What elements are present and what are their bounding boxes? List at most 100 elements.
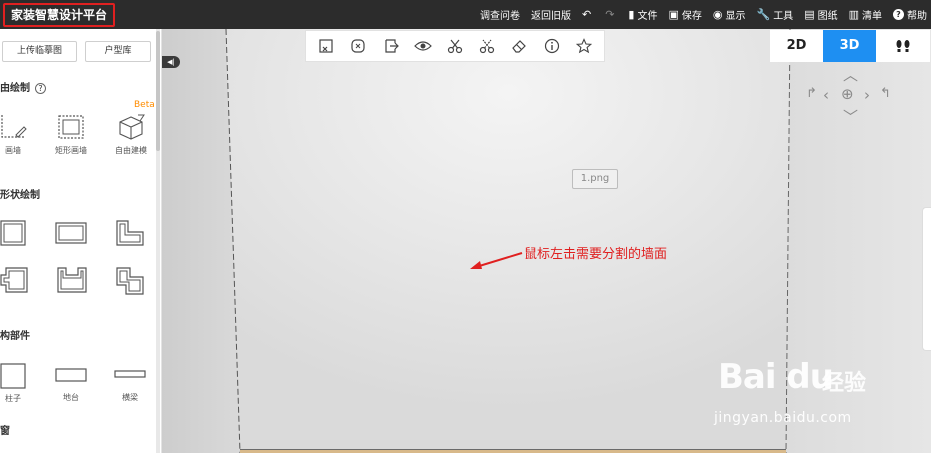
cube-icon: [119, 114, 145, 140]
redo-icon: ↷: [605, 8, 615, 21]
nav-right-icon[interactable]: ›: [864, 86, 870, 104]
file-icon: ▮: [628, 8, 635, 21]
watermark-brand: Bai du: [718, 357, 834, 397]
rotate-right-icon[interactable]: ↰: [880, 86, 891, 101]
menu-list[interactable]: ▥ 清单: [849, 7, 882, 22]
menu-save-label: 保存: [681, 11, 702, 22]
section-draw-label: 由绘制: [0, 83, 30, 94]
shape-square-room[interactable]: [0, 220, 26, 246]
eye-icon: ◉: [712, 8, 723, 21]
menu-tools[interactable]: 🔧 工具: [756, 7, 793, 22]
image-label[interactable]: 1.png: [572, 169, 618, 189]
annotation-arrow-icon: [470, 252, 523, 269]
section-window-title: 窗: [0, 426, 10, 437]
free-model-tool[interactable]: 自由建模: [108, 113, 154, 156]
left-panel: 上传临摹图 户型库 由绘制? Beta 画墙 矩形画墙 自由建模 形状绘制 构部…: [0, 29, 162, 453]
watermark-sub: 经验: [822, 371, 867, 396]
help-icon: ?: [893, 9, 904, 20]
right-drawer-handle[interactable]: [922, 207, 931, 351]
pillar-label: 柱子: [5, 394, 21, 403]
beam-tool[interactable]: 横梁: [107, 369, 153, 403]
watermark-url: jingyan.baidu.com: [714, 410, 852, 426]
upload-sketch-button[interactable]: 上传临摹图: [2, 41, 77, 62]
eraser-icon[interactable]: [508, 35, 530, 57]
beta-badge: Beta: [134, 100, 155, 110]
beam-label: 横梁: [122, 393, 138, 402]
nav-down-icon[interactable]: ﹀: [843, 106, 858, 127]
walk-mode-button[interactable]: [876, 30, 929, 62]
draw-wall-label: 画墙: [5, 146, 21, 155]
section-draw-title: 由绘制?: [0, 79, 46, 94]
platform-label: 地台: [63, 393, 79, 402]
menu-survey-label: 调查问卷: [479, 11, 520, 22]
menu-drawings[interactable]: ▤ 图纸: [804, 7, 837, 22]
shape-u-room[interactable]: [57, 267, 87, 293]
section-shapes-title: 形状绘制: [0, 190, 40, 201]
menu-save[interactable]: ▣ 保存: [668, 7, 701, 22]
platform-tool[interactable]: 地台: [48, 367, 94, 403]
pillar-tool[interactable]: 柱子: [0, 363, 36, 404]
camera-nav: ︿ ↱ ‹ ⊕ › ↰ ﹀: [806, 66, 896, 126]
view-2d-button[interactable]: 2D: [770, 30, 823, 62]
star-icon[interactable]: [573, 35, 595, 57]
menu-survey[interactable]: 调查问卷: [480, 7, 520, 22]
split-icon[interactable]: [476, 35, 498, 57]
left-panel-scrollbar[interactable]: [156, 29, 160, 453]
annotation-text: 鼠标左击需要分割的墙面: [524, 247, 668, 262]
top-menu: 调查问卷 返回旧版 ↶ ↷ ▮ 文件 ▣ 保存 ◉ 显示 🔧 工具 ▤ 图纸 ▥ 清单 ? 帮…: [469, 0, 927, 29]
scissors-icon[interactable]: [444, 35, 466, 57]
menu-file-label: 文件: [637, 11, 658, 22]
draw-wall-tool[interactable]: 画墙: [0, 113, 36, 156]
redo-button[interactable]: ↷: [605, 8, 617, 21]
eye-icon[interactable]: [412, 35, 434, 57]
help-circle-icon[interactable]: ?: [35, 82, 46, 94]
menu-help[interactable]: ? 帮助: [893, 7, 927, 22]
collapse-panel-button[interactable]: ◀|: [162, 56, 180, 68]
beam-icon: [114, 370, 146, 378]
menu-display-label: 显示: [725, 11, 746, 22]
menu-file[interactable]: ▮ 文件: [628, 7, 657, 22]
section-parts-title: 构部件: [0, 331, 30, 342]
map-icon: ▤: [804, 8, 815, 21]
menu-back-old-label: 返回旧版: [530, 11, 571, 22]
baidu-watermark: Bai du 经验 jingyan.baidu.com: [714, 357, 918, 432]
rect-wall-label: 矩形画墙: [55, 146, 87, 155]
top-bar: 家装智慧设计平台 调查问卷 返回旧版 ↶ ↷ ▮ 文件 ▣ 保存 ◉ 显示 🔧 工具 ▤…: [0, 0, 931, 29]
footprints-icon: [896, 39, 909, 52]
menu-drawings-label: 图纸: [817, 11, 838, 22]
shape-step-room[interactable]: [116, 267, 144, 295]
nav-center-icon[interactable]: ⊕: [841, 85, 854, 103]
nav-up-icon[interactable]: ︿: [843, 64, 858, 85]
platform-icon: [55, 368, 87, 382]
replace-icon[interactable]: [347, 35, 369, 57]
view-3d-button[interactable]: 3D: [823, 30, 876, 62]
rotate-left-icon[interactable]: ↱: [806, 86, 817, 101]
view-switcher: 2D 3D: [770, 30, 930, 62]
export-wall-icon[interactable]: [380, 35, 402, 57]
menu-list-label: 清单: [862, 11, 882, 22]
layout-library-button[interactable]: 户型库: [85, 41, 151, 62]
box-select-icon[interactable]: [315, 35, 337, 57]
undo-icon: ↶: [581, 8, 592, 21]
menu-display[interactable]: ◉ 显示: [713, 7, 746, 22]
rect-wall-icon: [58, 115, 84, 139]
shape-rect-room[interactable]: [55, 222, 87, 244]
rect-wall-tool[interactable]: 矩形画墙: [48, 113, 94, 156]
pillar-icon: [0, 363, 26, 389]
draw-wall-icon: [1, 115, 27, 138]
wrench-icon: 🔧: [756, 8, 771, 21]
menu-tools-label: 工具: [773, 11, 794, 22]
undo-button[interactable]: ↶: [582, 8, 594, 21]
wall-toolbar: [305, 30, 605, 62]
free-model-label: 自由建模: [115, 146, 147, 155]
shape-l-room[interactable]: [116, 220, 144, 246]
info-icon[interactable]: [541, 35, 563, 57]
clipboard-icon: ▥: [848, 8, 859, 21]
save-icon: ▣: [668, 8, 679, 21]
menu-help-label: 帮助: [907, 11, 927, 22]
shape-notch-room[interactable]: [0, 267, 28, 293]
menu-back-old[interactable]: 返回旧版: [531, 7, 571, 22]
left-panel-scroll-thumb[interactable]: [156, 31, 160, 151]
app-title: 家装智慧设计平台: [3, 3, 116, 27]
nav-left-icon[interactable]: ‹: [823, 86, 829, 104]
